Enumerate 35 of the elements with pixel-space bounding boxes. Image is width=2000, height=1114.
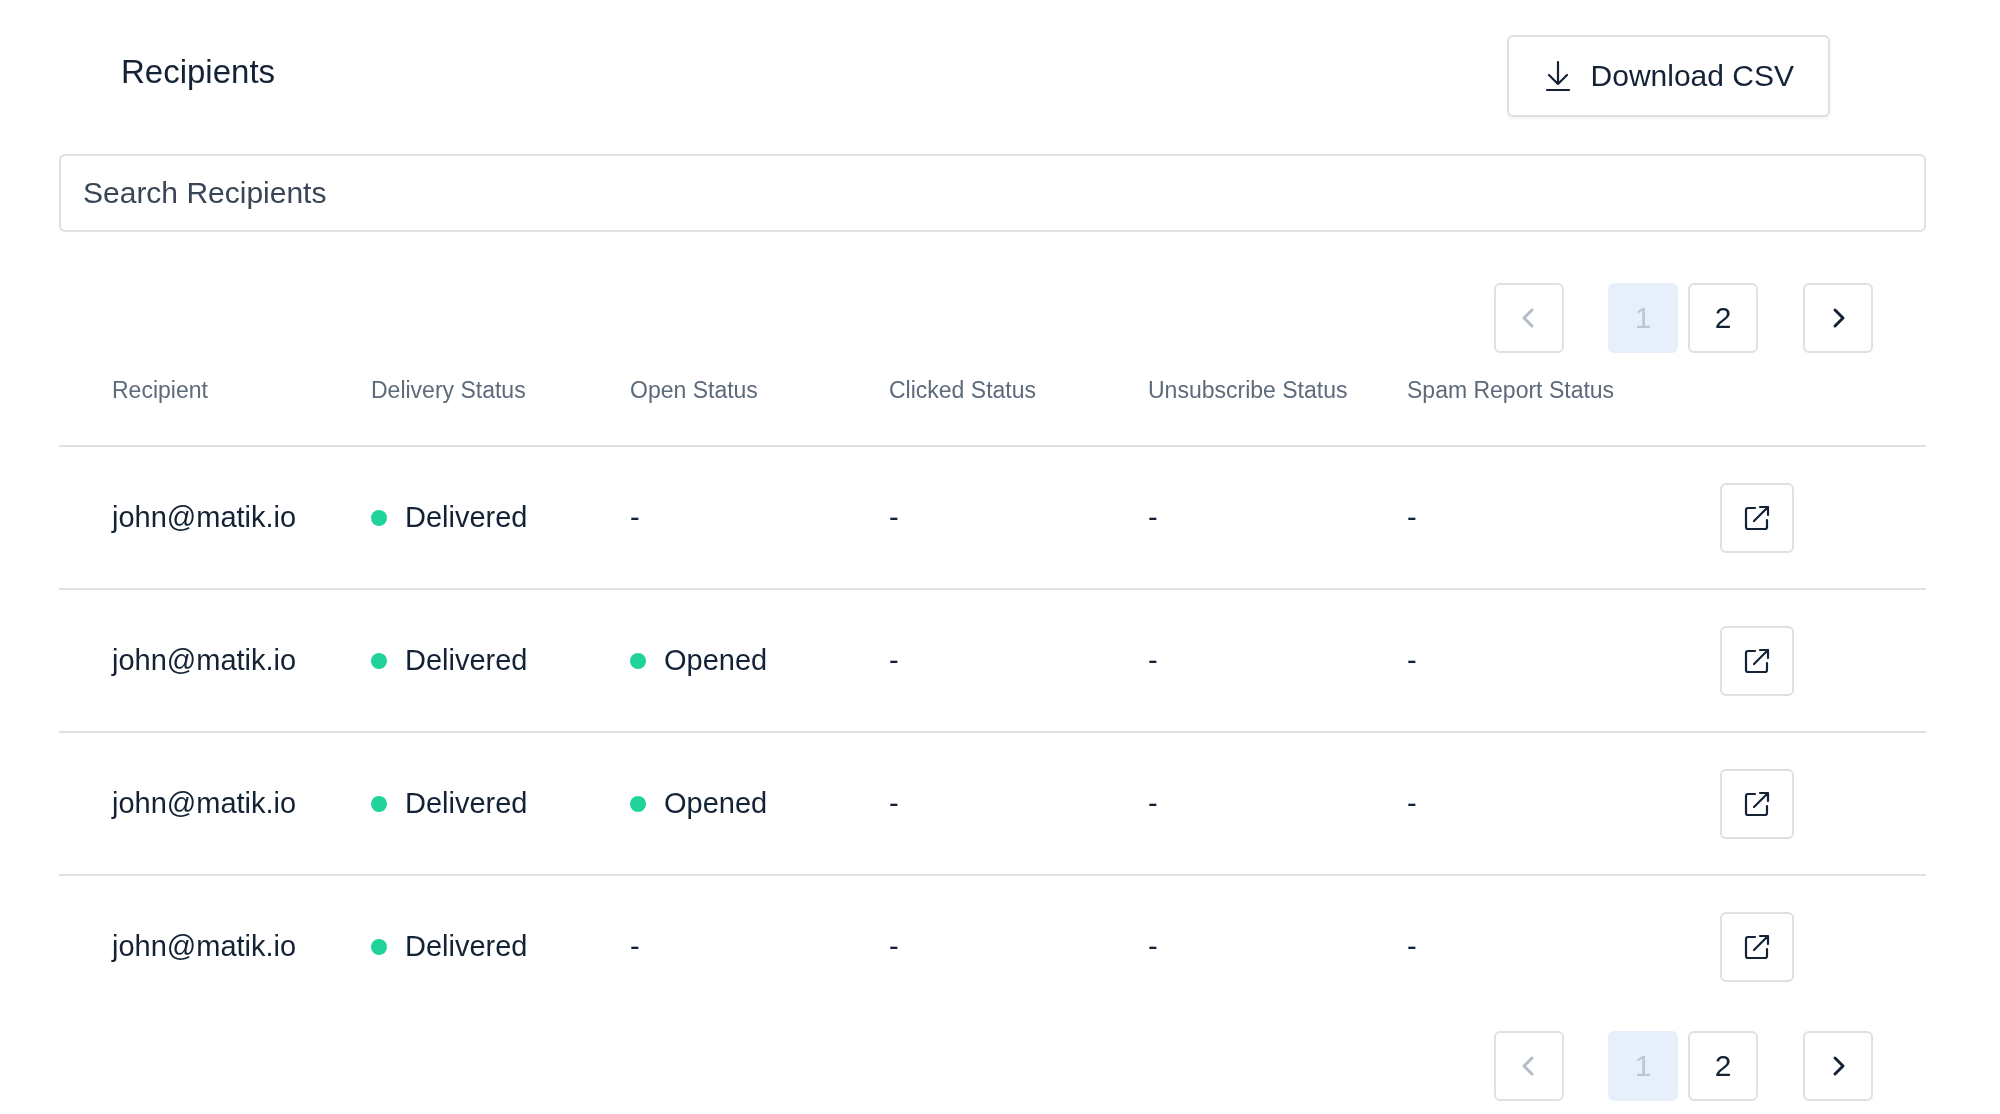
download-csv-button[interactable]: Download CSV	[1506, 35, 1830, 117]
status-text: Opened	[664, 644, 768, 677]
column-header: Open Status	[630, 377, 759, 405]
status-text: -	[1407, 787, 1417, 820]
status-text: -	[1407, 644, 1417, 677]
status-text: Opened	[664, 787, 768, 820]
status-text: -	[1407, 501, 1417, 534]
status-text: -	[630, 501, 640, 534]
recipient-email: john@matik.io	[112, 501, 297, 534]
status-text: Delivered	[405, 787, 528, 820]
status-text: -	[630, 930, 640, 963]
status-text: -	[1148, 930, 1158, 963]
page-button[interactable]: 2	[1688, 1031, 1758, 1101]
column-header: Recipient	[112, 377, 209, 405]
status-text: -	[1148, 501, 1158, 534]
page-button[interactable]: 2	[1688, 283, 1758, 353]
column-header: Clicked Status	[889, 377, 1037, 405]
status-text: Delivered	[405, 930, 528, 963]
recipient-email: john@matik.io	[112, 787, 297, 820]
column-header: Delivery Status	[371, 377, 527, 405]
column-header: Unsubscribe Status	[1148, 377, 1349, 405]
status-text: Delivered	[405, 501, 528, 534]
search-field[interactable]: Search Recipients	[59, 154, 1926, 232]
status-text: -	[889, 930, 899, 963]
column-header: Spam Report Status	[1407, 377, 1616, 405]
recipient-email: john@matik.io	[112, 930, 297, 963]
status-text: -	[1407, 930, 1417, 963]
page-title: Recipients	[121, 53, 276, 91]
recipient-email: john@matik.io	[112, 644, 297, 677]
status-text: -	[889, 644, 899, 677]
status-text: -	[889, 501, 899, 534]
status-text: -	[1148, 787, 1158, 820]
status-text: -	[889, 787, 899, 820]
status-text: -	[1148, 644, 1158, 677]
status-text: Delivered	[405, 644, 528, 677]
